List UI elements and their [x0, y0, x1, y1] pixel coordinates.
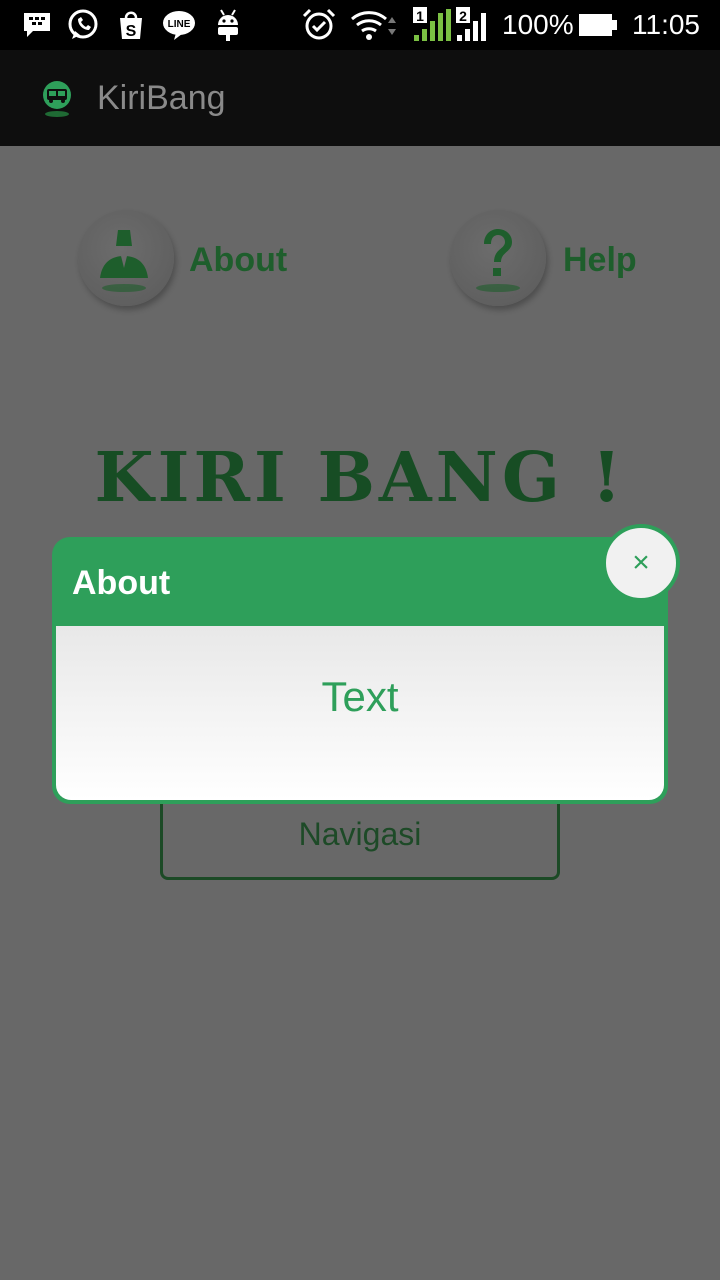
sim2-label: 2: [459, 8, 467, 24]
help-button[interactable]: [450, 210, 546, 306]
wifi-icon: [350, 8, 398, 42]
about-dialog: About Text: [52, 537, 668, 804]
dialog-title: About: [72, 564, 171, 602]
question-icon: [476, 229, 520, 292]
person-icon: [100, 230, 148, 292]
alarm-icon: [302, 8, 336, 42]
close-button[interactable]: ×: [602, 524, 680, 602]
about-label[interactable]: About: [189, 240, 287, 280]
about-button[interactable]: [78, 210, 174, 306]
app-bar: KiriBang: [0, 50, 720, 146]
signal-sim1-icon: 1: [412, 7, 452, 42]
battery-icon: [578, 8, 618, 42]
android-debug-icon: [211, 8, 245, 42]
dialog-text: Text: [321, 673, 399, 720]
battery-percent: 100%: [502, 9, 574, 40]
close-icon: ×: [632, 546, 650, 579]
navigasi-label: Navigasi: [298, 816, 422, 852]
clock: 11:05: [632, 9, 700, 40]
help-label[interactable]: Help: [563, 240, 637, 280]
whatsapp-icon: [66, 8, 100, 42]
dialog-body: Text: [56, 626, 664, 800]
hero-title: KIRI BANG !: [94, 438, 626, 518]
shopee-icon: S: [114, 8, 148, 42]
bus-stop-logo-icon: [38, 80, 76, 118]
app-title: KiriBang: [97, 79, 226, 117]
svg-text:S: S: [126, 23, 137, 40]
signal-sim2-icon: 2: [455, 7, 493, 42]
line-icon: LINE: [162, 8, 196, 42]
svg-text:LINE: LINE: [168, 19, 191, 30]
bbm-icon: [20, 8, 54, 42]
sim1-label: 1: [416, 8, 424, 24]
status-bar: S LINE 1 2 100% 11:05: [0, 0, 720, 50]
